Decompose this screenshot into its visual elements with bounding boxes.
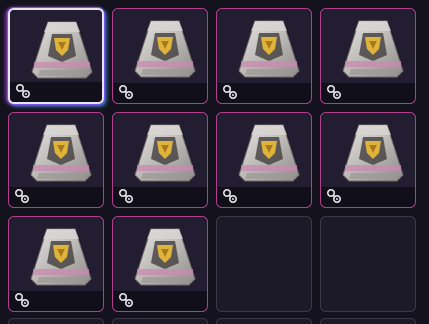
slot-footer (321, 187, 415, 207)
unlock-key-icon (326, 188, 342, 204)
inventory-slot-item[interactable] (8, 8, 104, 104)
slot-footer (217, 187, 311, 207)
inventory-slot-item[interactable] (216, 112, 312, 208)
unlock-key-icon (14, 188, 30, 204)
inventory-slot-empty[interactable] (216, 216, 312, 312)
inventory-slot-partial[interactable] (8, 318, 104, 324)
slot-footer (113, 291, 207, 311)
slot-footer (217, 83, 311, 103)
supply-crate-icon (238, 124, 300, 182)
slot-footer (113, 187, 207, 207)
supply-crate-icon (342, 20, 404, 78)
inventory-slot-empty[interactable] (320, 216, 416, 312)
inventory-grid (0, 0, 429, 324)
inventory-slot-partial[interactable] (216, 318, 312, 324)
supply-crate-icon (342, 124, 404, 182)
inventory-slot-item[interactable] (112, 8, 208, 104)
supply-crate-icon (30, 124, 92, 182)
inventory-slot-item[interactable] (320, 112, 416, 208)
inventory-slot-partial[interactable] (320, 318, 416, 324)
inventory-slot-partial[interactable] (112, 318, 208, 324)
unlock-key-icon (222, 188, 238, 204)
inventory-slot-item[interactable] (216, 8, 312, 104)
unlock-key-icon (118, 84, 134, 100)
slot-footer (113, 83, 207, 103)
supply-crate-icon (134, 228, 196, 286)
unlock-key-icon (14, 292, 30, 308)
unlock-key-icon (118, 292, 134, 308)
inventory-slot-item[interactable] (320, 8, 416, 104)
supply-crate-icon (238, 20, 300, 78)
unlock-key-icon (326, 84, 342, 100)
inventory-slot-item[interactable] (8, 112, 104, 208)
inventory-slot-item[interactable] (112, 112, 208, 208)
inventory-slot-item[interactable] (112, 216, 208, 312)
supply-crate-icon (134, 20, 196, 78)
unlock-key-icon (118, 188, 134, 204)
supply-crate-icon (31, 21, 93, 79)
inventory-slot-item[interactable] (8, 216, 104, 312)
slot-footer (321, 83, 415, 103)
unlock-key-icon (15, 83, 31, 99)
unlock-key-icon (222, 84, 238, 100)
supply-crate-icon (134, 124, 196, 182)
slot-footer (10, 82, 102, 102)
supply-crate-icon (30, 228, 92, 286)
slot-footer (9, 187, 103, 207)
slot-footer (9, 291, 103, 311)
